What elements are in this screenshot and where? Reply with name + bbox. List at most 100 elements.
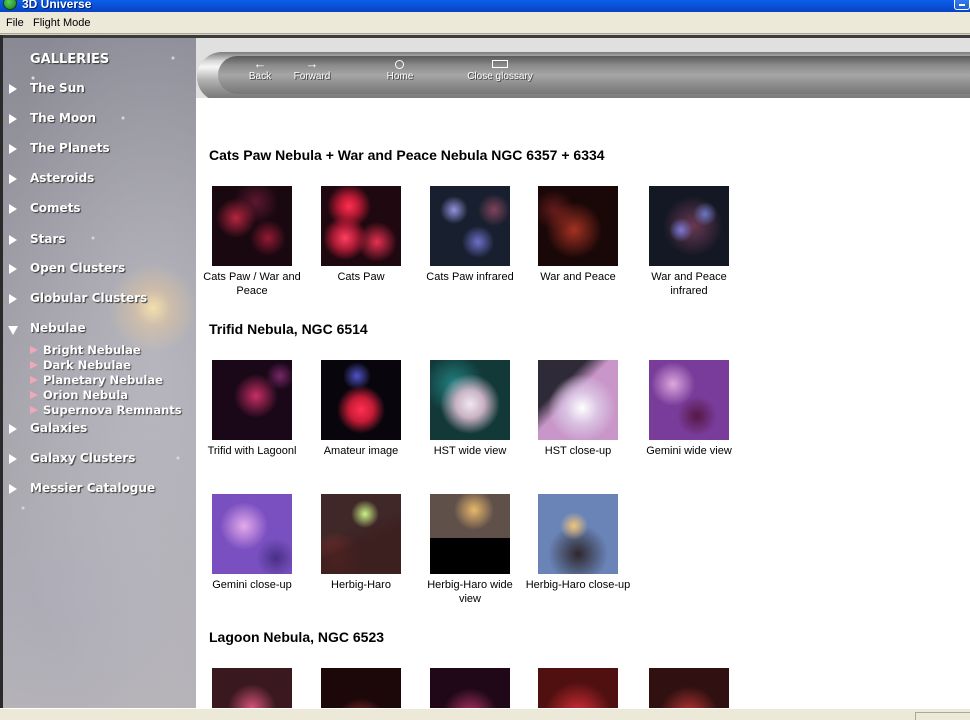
thumbnail-image[interactable]	[538, 668, 618, 708]
expand-arrow-icon	[9, 484, 17, 494]
thumbnail-caption: Cats Paw infrared	[426, 271, 514, 283]
section-title: Lagoon Nebula, NGC 6523	[209, 629, 385, 645]
sidebar-item-messier-catalogue[interactable]: Messier Catalogue	[3, 480, 196, 500]
expand-arrow-icon	[9, 424, 17, 434]
home-label: Home	[386, 71, 414, 82]
thumbnail-caption: Cats Paw	[337, 271, 385, 283]
back-button[interactable]: ← Back	[240, 56, 280, 86]
status-bar	[0, 708, 970, 720]
home-button[interactable]: Home	[378, 58, 422, 86]
subitem-arrow-icon	[30, 391, 38, 399]
thumbnail-image[interactable]	[212, 360, 292, 440]
expand-arrow-icon	[9, 294, 17, 304]
sidebar-subitem-label: Supernova Remnants	[43, 403, 182, 417]
thumbnail-caption: HST close-up	[544, 445, 612, 457]
thumbnail-image[interactable]	[430, 186, 510, 266]
sidebar-subitem-orion-nebula[interactable]: Orion Nebula	[30, 388, 196, 403]
thumbnail-caption: Herbig-Haro wide view	[427, 579, 513, 605]
sidebar-subitem-planetary-nebulae[interactable]: Planetary Nebulae	[30, 373, 196, 388]
forward-button[interactable]: → Forward	[288, 57, 336, 86]
sidebar-item-label: The Sun	[30, 81, 85, 95]
thumbnail-caption: Herbig-Haro	[331, 579, 391, 591]
thumbnail-image[interactable]	[321, 668, 401, 708]
thumbnail-image[interactable]	[649, 186, 729, 266]
sidebar-subitem-bright-nebulae[interactable]: Bright Nebulae	[30, 343, 196, 358]
sidebar-item-the-planets[interactable]: The Planets	[3, 140, 196, 160]
sidebar-subitem-supernova-remnants[interactable]: Supernova Remnants	[30, 403, 196, 418]
glossary-rectangle-icon	[492, 60, 508, 68]
expand-arrow-icon	[9, 114, 17, 124]
menu-flight-mode[interactable]: Flight Mode	[33, 17, 90, 29]
thumbnail-image[interactable]	[321, 186, 401, 266]
thumbnail-caption: Trifid with Lagoonl	[207, 445, 297, 457]
title-bar: 3D Universe	[0, 0, 970, 12]
sidebar-item-label: Stars	[30, 232, 66, 246]
sidebar-item-label: Galaxies	[30, 421, 88, 435]
thumbnail-image[interactable]	[430, 494, 510, 574]
sidebar-item-the-moon[interactable]: The Moon	[3, 110, 196, 130]
sidebar-subitem-label: Orion Nebula	[43, 388, 129, 402]
thumbnail-caption: HST wide view	[433, 445, 507, 457]
subitem-arrow-icon	[30, 361, 38, 369]
thumbnail-image[interactable]	[212, 494, 292, 574]
sidebar-item-nebulae[interactable]: Nebulae	[3, 320, 196, 340]
sidebar-item-label: Galaxy Clusters	[30, 451, 136, 465]
sidebar-item-galaxy-clusters[interactable]: Galaxy Clusters	[3, 450, 196, 470]
sidebar-item-comets[interactable]: Comets	[3, 200, 196, 220]
thumbnail-image[interactable]	[430, 360, 510, 440]
status-panel	[915, 712, 970, 720]
thumbnail-image[interactable]	[321, 494, 401, 574]
thumbnail-caption: Cats Paw / War and Peace	[203, 271, 301, 297]
thumbnail-image[interactable]	[430, 668, 510, 708]
expand-arrow-icon	[9, 204, 17, 214]
sidebar-subitem-label: Bright Nebulae	[43, 343, 141, 357]
sidebar-item-asteroids[interactable]: Asteroids	[3, 170, 196, 190]
arrow-left-icon: ←	[253, 56, 267, 71]
subitem-arrow-icon	[30, 406, 38, 414]
minimize-button[interactable]	[954, 0, 970, 10]
thumbnail-caption: Gemini close-up	[212, 579, 292, 591]
sidebar-item-label: Nebulae	[30, 321, 86, 335]
thumbnail-caption: War and Peace	[540, 271, 616, 283]
close-glossary-button[interactable]: Close glossary	[460, 58, 540, 86]
window-title: 3D Universe	[22, 0, 92, 11]
thumbnail-image[interactable]	[538, 360, 618, 440]
sidebar-item-galaxies[interactable]: Galaxies	[3, 420, 196, 440]
sidebar-subitem-label: Dark Nebulae	[43, 358, 131, 372]
sidebar-item-open-clusters[interactable]: Open Clusters	[3, 260, 196, 280]
thumbnail-image[interactable]	[649, 668, 729, 708]
sidebar-subitem-label: Planetary Nebulae	[43, 373, 163, 387]
menu-file[interactable]: File	[6, 17, 24, 29]
forward-label: Forward	[293, 71, 331, 82]
thumbnail-image[interactable]	[212, 668, 292, 708]
gallery-content: Cats Paw Nebula + War and Peace Nebula N…	[196, 98, 970, 708]
expand-arrow-icon	[9, 174, 17, 184]
sidebar-item-the-sun[interactable]: The Sun	[3, 80, 196, 100]
thumbnail-caption: Herbig-Haro close-up	[525, 579, 631, 591]
thumbnail-image[interactable]	[212, 186, 292, 266]
sidebar-item-stars[interactable]: Stars	[3, 231, 196, 251]
subitem-arrow-icon	[30, 346, 38, 354]
thumbnail-caption: Amateur image	[323, 445, 399, 457]
thumbnail-caption: Gemini wide view	[646, 445, 732, 457]
sidebar-item-globular-clusters[interactable]: Globular Clusters	[3, 290, 196, 310]
collapse-arrow-icon	[8, 326, 18, 335]
section-title: Cats Paw Nebula + War and Peace Nebula N…	[209, 147, 605, 163]
app-icon	[3, 0, 17, 10]
sidebar-item-label: Comets	[30, 201, 81, 215]
sidebar-item-label: The Planets	[30, 141, 110, 155]
expand-arrow-icon	[9, 264, 17, 274]
galleries-sidebar: GALLERIES The Sun The Moon The Planets A…	[3, 38, 196, 708]
sidebar-item-label: Open Clusters	[30, 261, 126, 275]
thumbnail-caption: War and Peace infrared	[651, 271, 727, 297]
thumbnail-image[interactable]	[649, 360, 729, 440]
thumbnail-image[interactable]	[321, 360, 401, 440]
sidebar-item-label: Messier Catalogue	[30, 481, 156, 495]
sidebar-subitem-dark-nebulae[interactable]: Dark Nebulae	[30, 358, 196, 373]
back-label: Back	[248, 71, 272, 82]
close-glossary-label: Close glossary	[467, 71, 533, 82]
thumbnail-image[interactable]	[538, 186, 618, 266]
sidebar-item-label: The Moon	[30, 111, 97, 125]
thumbnail-image[interactable]	[538, 494, 618, 574]
menu-bar: File Flight Mode	[0, 12, 970, 34]
